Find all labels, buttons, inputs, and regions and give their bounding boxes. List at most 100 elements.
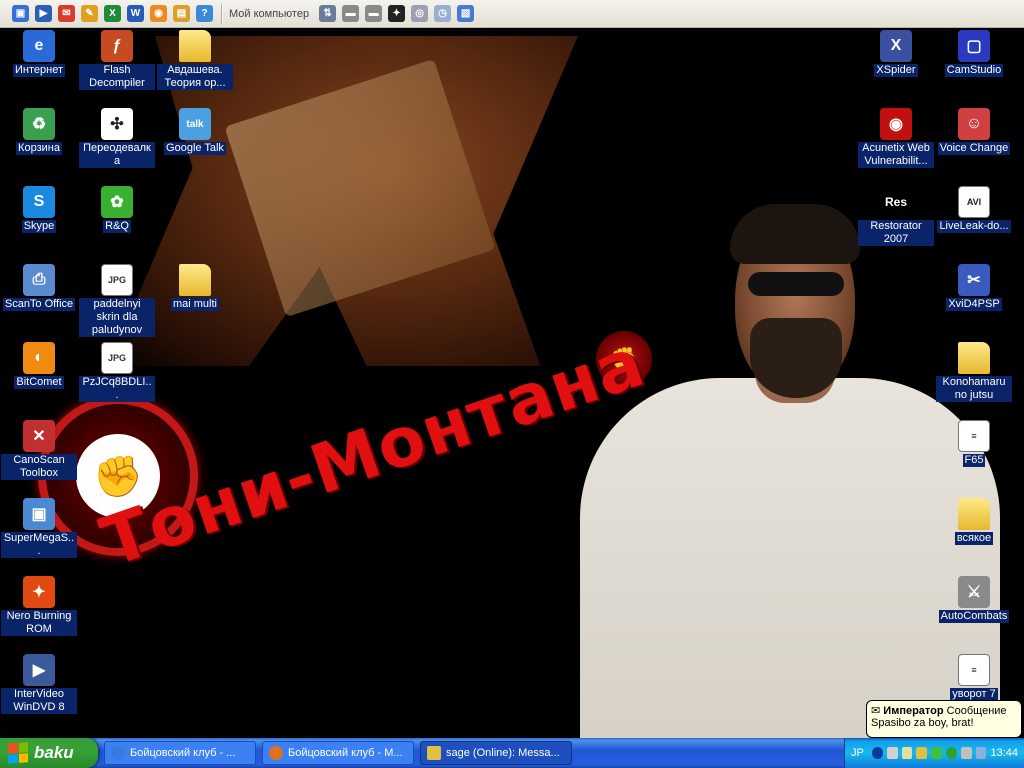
security-tray-icon[interactable] bbox=[931, 747, 942, 759]
bitcomet-icon: ◐ bbox=[23, 342, 55, 374]
voice-change-icon: ☺ bbox=[958, 108, 990, 140]
skype-icon: S bbox=[23, 186, 55, 218]
desktop-icon-label: всякое bbox=[954, 532, 994, 545]
desktop-icon[interactable]: ✂ XviD4PSP bbox=[936, 264, 1012, 311]
jpg-file-icon: JPG bbox=[101, 342, 133, 374]
internet-explorer-icon bbox=[111, 746, 125, 760]
pencil-icon[interactable]: ✎ bbox=[81, 5, 98, 22]
xvid-icon: ✂ bbox=[958, 264, 990, 296]
capture-icon[interactable]: ✦ bbox=[388, 5, 406, 22]
desktop-icon[interactable]: X XSpider bbox=[858, 30, 934, 77]
update-tray-icon[interactable] bbox=[975, 747, 987, 759]
im-notification[interactable]: ✉ Император Сообщение Spasibo za boy, br… bbox=[866, 700, 1022, 738]
media-player-icon[interactable]: ▶ bbox=[35, 5, 52, 22]
desktop-icon-label: CanoScan Toolbox bbox=[1, 454, 77, 480]
desktop-icon[interactable]: JPG PzJCq8BDLI... bbox=[79, 342, 155, 402]
firefox-icon[interactable]: ◉ bbox=[150, 5, 167, 22]
desktop-icon[interactable]: mai multi bbox=[157, 264, 233, 311]
desktop-icon[interactable]: ≡ уворот 7 bbox=[936, 654, 1012, 701]
folder-icon bbox=[958, 342, 990, 374]
desktop-icon-label: ScanTo Office bbox=[2, 298, 76, 311]
desktop-icon[interactable]: ▣ SuperMegaS... bbox=[1, 498, 77, 558]
desktop-icon[interactable]: ⚔ AutoCombats bbox=[936, 576, 1012, 623]
notification-sender: Император bbox=[883, 705, 944, 717]
desktop-icon[interactable]: ✦ Nero Burning ROM bbox=[1, 576, 77, 636]
avi-file-icon: AVI bbox=[958, 186, 990, 218]
drive-icon-2[interactable]: ▬ bbox=[365, 5, 383, 22]
properties-icon[interactable]: ▧ bbox=[457, 5, 475, 22]
task-button-messenger[interactable]: sage (Online): Messa... bbox=[420, 741, 572, 765]
show-desktop-icon[interactable]: ▣ bbox=[12, 5, 29, 22]
volume-tray-icon[interactable] bbox=[901, 747, 913, 759]
desktop-icon-label: XSpider bbox=[874, 64, 918, 77]
desktop-icon[interactable]: Авдашева. Теория ор... bbox=[157, 30, 233, 90]
recycle-bin-icon: ♻ bbox=[23, 108, 55, 140]
desktop[interactable]: ✊ ✊ Тони-Монтана e Интернет ƒ Flash Decompi… bbox=[0, 28, 1024, 738]
clock[interactable]: 13:44 bbox=[990, 747, 1018, 759]
task-label: Бойцовский клуб - M... bbox=[288, 747, 403, 759]
desktop-icon-label: Авдашева. Теория ор... bbox=[157, 64, 233, 90]
jpg-file-icon: JPG bbox=[101, 264, 133, 296]
desktop-icon-label: BitComet bbox=[14, 376, 64, 389]
notification-icon: ✉ bbox=[871, 705, 881, 717]
desktop-icon[interactable]: talk Google Talk bbox=[157, 108, 233, 155]
desktop-icon-label: PzJCq8BDLI... bbox=[79, 376, 155, 402]
desktop-icon[interactable]: ≡ F65 bbox=[936, 420, 1012, 467]
windows-flag-icon bbox=[8, 742, 28, 764]
desktop-icon[interactable]: ◐ BitComet bbox=[1, 342, 77, 389]
language-indicator[interactable]: JP bbox=[851, 747, 864, 759]
app-tray-icon[interactable] bbox=[960, 747, 972, 759]
desktop-icon-label: mai multi bbox=[170, 298, 219, 311]
my-computer-label[interactable]: Мой компьютер bbox=[229, 8, 309, 20]
rnq-tray-icon[interactable] bbox=[945, 747, 957, 759]
system-tray: JP 13:44 bbox=[844, 738, 1024, 768]
canoscan-icon: ✕ bbox=[23, 420, 55, 452]
desktop-icon-label: CamStudio bbox=[944, 64, 1004, 77]
start-label: baku bbox=[34, 743, 74, 762]
desktop-icon[interactable]: ✿ R&Q bbox=[79, 186, 155, 233]
desktop-icon[interactable]: e Интернет bbox=[1, 30, 77, 77]
taskbar: baku Бойцовский клуб - ... Бойцовский кл… bbox=[0, 738, 1024, 768]
desktop-icon-label: Acunetix Web Vulnerabilit... bbox=[858, 142, 934, 168]
scanner-icon: ⎙ bbox=[23, 264, 55, 296]
clock-icon[interactable]: ◷ bbox=[434, 5, 452, 22]
messenger-tray-icon[interactable] bbox=[916, 747, 928, 759]
text-file-icon: ≡ bbox=[958, 420, 990, 452]
desktop-icon-label: R&Q bbox=[103, 220, 131, 233]
tray-arrow-icon[interactable] bbox=[871, 747, 883, 759]
desktop-icon[interactable]: Konohamaru no jutsu bbox=[936, 342, 1012, 402]
desktop-icon[interactable]: JPG paddelnyi skrin dla paludynov bbox=[79, 264, 155, 337]
task-button-firefox[interactable]: Бойцовский клуб - M... bbox=[262, 741, 414, 765]
dressing-room-icon: ✣ bbox=[101, 108, 133, 140]
desktop-icon[interactable]: ƒ Flash Decompiler bbox=[79, 30, 155, 90]
desktop-icon[interactable]: ▶ InterVideo WinDVD 8 bbox=[1, 654, 77, 714]
desktop-icon-label: Google Talk bbox=[164, 142, 226, 155]
rnq-flower-icon: ✿ bbox=[101, 186, 133, 218]
desktop-icon[interactable]: S Skype bbox=[1, 186, 77, 233]
quick-launch-toolbar: ▣ ▶ ✉ ✎ X W ◉ ▤ ? Мой компьютер ⇅ ▬ ▬ ✦ … bbox=[0, 0, 1024, 28]
desktop-icon[interactable]: ♻ Корзина bbox=[1, 108, 77, 155]
word-icon[interactable]: W bbox=[127, 5, 144, 22]
network-tray-icon[interactable] bbox=[886, 747, 898, 759]
help-icon[interactable]: ? bbox=[196, 5, 213, 22]
folder-icon bbox=[958, 498, 990, 530]
desktop-icon[interactable]: ☺ Voice Change bbox=[936, 108, 1012, 155]
desktop-icon[interactable]: всякое bbox=[936, 498, 1012, 545]
desktop-icon[interactable]: AVI LiveLeak-do... bbox=[936, 186, 1012, 233]
start-button[interactable]: baku bbox=[0, 738, 98, 768]
restorator-icon: Res bbox=[880, 186, 912, 218]
folder-launch-icon[interactable]: ▤ bbox=[173, 5, 190, 22]
network-icon[interactable]: ⇅ bbox=[319, 5, 337, 22]
desktop-icon[interactable]: ◉ Acunetix Web Vulnerabilit... bbox=[858, 108, 934, 168]
desktop-icon[interactable]: ✕ CanoScan Toolbox bbox=[1, 420, 77, 480]
desktop-icon[interactable]: ▢ CamStudio bbox=[936, 30, 1012, 77]
drive-icon[interactable]: ▬ bbox=[342, 5, 360, 22]
cd-drive-icon[interactable]: ◎ bbox=[411, 5, 429, 22]
desktop-icon[interactable]: Res Restorator 2007 bbox=[858, 186, 934, 246]
desktop-icon[interactable]: ✣ Переодевалка bbox=[79, 108, 155, 168]
mail-icon[interactable]: ✉ bbox=[58, 5, 75, 22]
desktop-icon[interactable]: ⎙ ScanTo Office bbox=[1, 264, 77, 311]
excel-icon[interactable]: X bbox=[104, 5, 121, 22]
desktop-icon-label: InterVideo WinDVD 8 bbox=[1, 688, 77, 714]
task-button-ie[interactable]: Бойцовский клуб - ... bbox=[104, 741, 256, 765]
